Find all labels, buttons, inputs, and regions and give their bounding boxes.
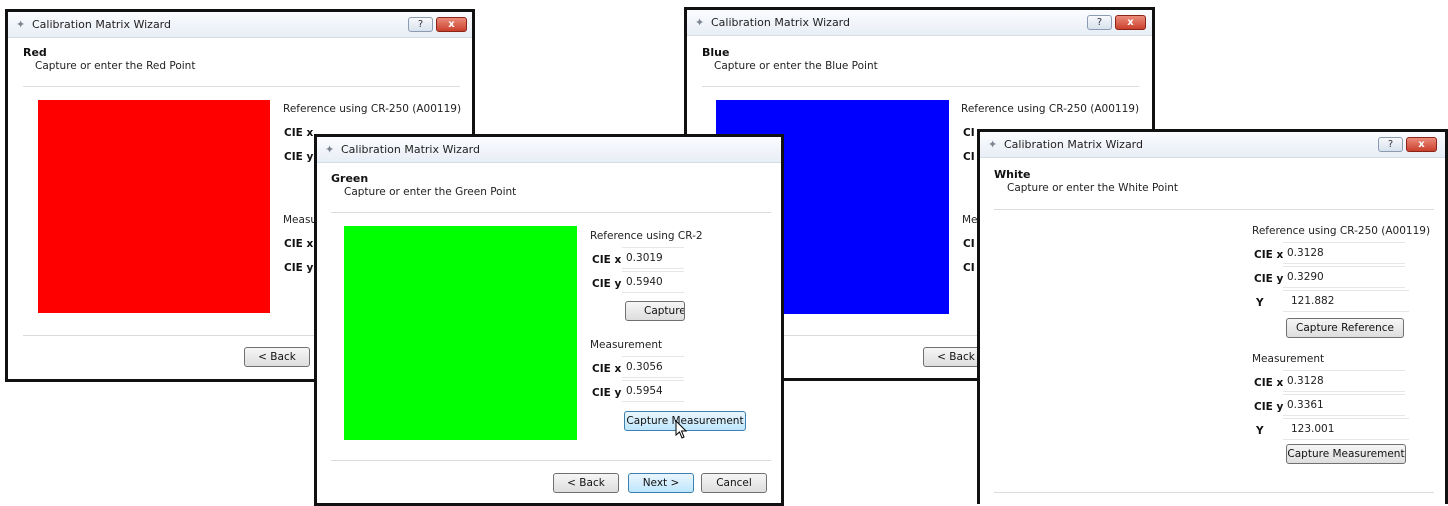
titlebar[interactable]: ✦ Calibration Matrix Wizard ? x [8,12,472,38]
meas-big-y-field[interactable]: 123.001 [1283,418,1409,440]
header-divider [702,86,1139,87]
reference-label: Reference using CR-250 (A00119) [961,103,1140,115]
wizard-app-icon: ✦ [16,18,26,31]
white-wizard-window: ✦ Calibration Matrix Wizard ? x White Ca… [977,129,1448,504]
ref-cie-x-label: CIE x [1254,249,1284,261]
meas-cie-x-field[interactable]: 0.3056 [622,356,684,378]
ref-big-y-label: Y [1256,297,1264,309]
page-title: Red [23,46,47,59]
meas-cie-x-label: CI [963,238,975,250]
titlebar[interactable]: ✦ Calibration Matrix Wizard ? x [980,132,1445,158]
mouse-cursor-icon [675,420,688,439]
window-title: Calibration Matrix Wizard [1004,138,1143,151]
reference-label: Reference using CR-250 (A00119) [283,103,462,115]
header-divider [994,209,1434,210]
help-button[interactable]: ? [1378,137,1403,152]
page-title: Green [331,172,369,185]
ref-cie-y-label: CIE y [592,278,622,290]
page-subtitle: Capture or enter the Green Point [344,186,517,198]
meas-cie-x-label: CIE x [592,363,622,375]
ref-cie-y-label: CIE y [284,151,314,163]
footer-divider [331,460,771,461]
meas-cie-y-label: CIE y [1254,401,1284,413]
page-subtitle: Capture or enter the Blue Point [714,60,878,72]
ref-cie-x-label: CIE x [284,127,314,139]
ref-cie-x-field[interactable]: 0.3019 [622,247,684,269]
help-button[interactable]: ? [408,17,433,32]
green-color-swatch [344,226,577,440]
back-button[interactable]: < Back [553,473,619,493]
meas-cie-x-label: CIE x [1254,377,1284,389]
meas-cie-x-field[interactable]: 0.3128 [1283,370,1405,392]
back-button[interactable]: < Back [244,347,310,367]
meas-big-y-label: Y [1256,425,1264,437]
help-button[interactable]: ? [1087,15,1112,30]
window-title: Calibration Matrix Wizard [711,16,850,29]
cancel-button[interactable]: Cancel [701,473,767,493]
titlebar[interactable]: ✦ Calibration Matrix Wizard [317,137,781,163]
capture-reference-button[interactable]: Capture Reference [1286,318,1404,338]
page-subtitle: Capture or enter the White Point [1007,182,1179,194]
meas-cie-y-label: CIE y [284,262,314,274]
red-color-swatch [38,100,270,313]
ref-cie-x-field[interactable]: 0.3128 [1283,242,1405,264]
ref-cie-y-field[interactable]: 0.5940 [622,271,684,293]
ref-cie-y-label: CIE y [1254,273,1284,285]
close-button[interactable]: x [1406,137,1437,152]
ref-cie-x-label: CIE x [592,254,622,266]
ref-big-y-field[interactable]: 121.882 [1283,290,1409,312]
header-divider [23,86,460,87]
wizard-app-icon: ✦ [325,143,335,156]
meas-cie-y-label: CI [963,262,975,274]
titlebar[interactable]: ✦ Calibration Matrix Wizard ? x [687,10,1152,36]
meas-cie-x-label: CIE x [284,238,314,250]
page-title: White [994,168,1031,181]
measurement-label: Measurement [1252,353,1325,365]
header-divider [331,212,771,213]
page-title: Blue [702,46,730,59]
reference-label: Reference using CR-250 (A00119) [1252,225,1431,237]
wizard-app-icon: ✦ [988,138,998,151]
window-title: Calibration Matrix Wizard [341,143,480,156]
window-title: Calibration Matrix Wizard [32,18,171,31]
ref-cie-y-label: CI [963,151,975,163]
green-wizard-window: ✦ Calibration Matrix Wizard Green Captur… [314,134,784,506]
close-button[interactable]: x [1115,15,1146,30]
meas-cie-y-field[interactable]: 0.3361 [1283,394,1405,416]
capture-reference-button[interactable]: Capture R [625,301,685,321]
page-subtitle: Capture or enter the Red Point [35,60,196,72]
wizard-app-icon: ✦ [695,16,705,29]
next-button[interactable]: Next > [628,473,694,493]
reference-label: Reference using CR-2 [590,230,703,242]
capture-measurement-button[interactable]: Capture Measurement [1286,444,1406,464]
meas-cie-y-label: CIE y [592,387,622,399]
footer-divider [994,492,1434,493]
ref-cie-x-label: CI [963,127,975,139]
ref-cie-y-field[interactable]: 0.3290 [1283,266,1405,288]
close-button[interactable]: x [436,17,467,32]
measurement-label: Measurement [590,339,663,351]
meas-cie-y-field[interactable]: 0.5954 [622,380,684,402]
